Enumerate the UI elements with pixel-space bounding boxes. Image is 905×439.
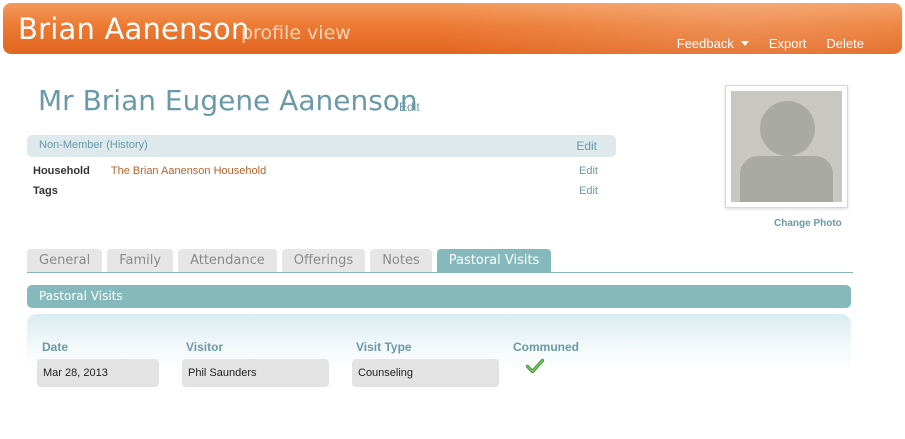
tab-divider	[27, 272, 853, 273]
cell-visitor: Phil Saunders	[182, 359, 329, 387]
column-header-visit-type: Visit Type	[356, 340, 412, 354]
tags-row: Tags	[33, 185, 108, 197]
edit-status-link[interactable]: Edit	[576, 139, 597, 153]
header-banner: Brian Aanenson profile view Feedback Exp…	[3, 3, 902, 54]
column-header-visitor: Visitor	[186, 340, 224, 354]
membership-status: Non-Member (History)	[39, 139, 148, 151]
household-link[interactable]: The Brian Aanenson Household	[111, 165, 266, 177]
change-photo-link[interactable]: Change Photo	[774, 218, 842, 229]
feedback-button[interactable]: Feedback	[677, 36, 749, 51]
column-header-communed: Communed	[513, 340, 579, 354]
cell-visit-type: Counseling	[352, 359, 499, 387]
household-label: Household	[33, 165, 90, 177]
edit-name-link[interactable]: Edit	[399, 100, 420, 114]
avatar-placeholder-icon	[731, 91, 842, 202]
checkmark-icon	[526, 358, 544, 374]
tab-general[interactable]: General	[27, 249, 103, 272]
feedback-label: Feedback	[676, 36, 734, 51]
export-button[interactable]: Export	[769, 36, 807, 51]
chevron-down-icon	[740, 41, 749, 46]
page-title: Mr Brian Eugene Aanenson	[38, 84, 418, 117]
avatar-head-shape	[760, 101, 815, 156]
avatar-body-shape	[740, 156, 833, 202]
household-row: Household The Brian Aanenson Household	[33, 165, 266, 177]
column-header-date: Date	[42, 340, 69, 354]
tab-notes[interactable]: Notes	[370, 249, 432, 272]
delete-button[interactable]: Delete	[826, 36, 864, 51]
tab-family[interactable]: Family	[107, 249, 174, 272]
membership-status-bar: Non-Member (History) Edit	[27, 135, 616, 157]
tab-attendance[interactable]: Attendance	[178, 249, 277, 272]
header-actions: Feedback Export Delete	[677, 36, 864, 51]
edit-tags-link[interactable]: Edit	[579, 185, 598, 197]
tab-pastoral-visits[interactable]: Pastoral Visits	[436, 249, 552, 272]
profile-photo	[725, 85, 848, 208]
tab-offerings[interactable]: Offerings	[281, 249, 366, 272]
section-title: Pastoral Visits	[39, 289, 123, 303]
section-header: Pastoral Visits	[27, 285, 851, 308]
profile-tabs: General Family Attendance Offerings Note…	[27, 249, 552, 272]
profile-view-subtitle: profile view	[241, 22, 351, 44]
edit-household-link[interactable]: Edit	[579, 165, 598, 177]
profile-name-heading: Brian Aanenson	[18, 12, 250, 46]
cell-date: Mar 28, 2013	[37, 359, 159, 387]
tags-label: Tags	[33, 185, 58, 197]
